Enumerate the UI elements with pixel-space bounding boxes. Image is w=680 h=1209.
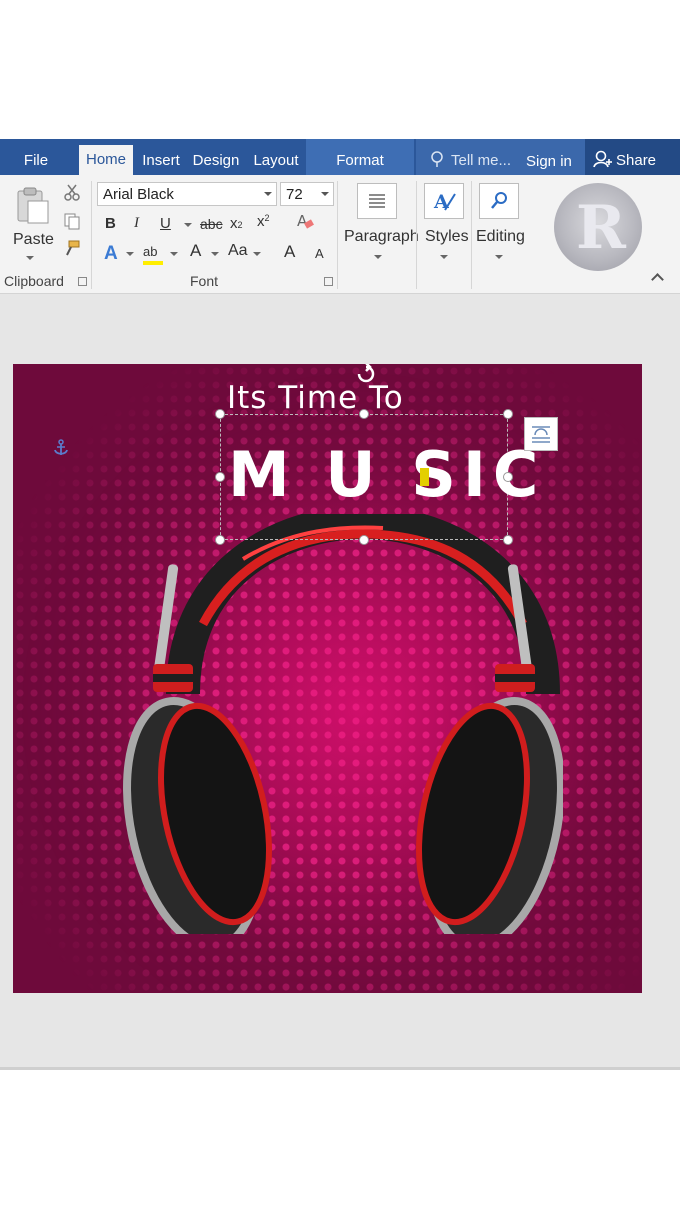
tab-file[interactable]: File: [12, 139, 60, 175]
tab-home[interactable]: Home: [79, 145, 133, 175]
tab-format[interactable]: Format: [306, 139, 414, 175]
layout-options-icon: [532, 426, 550, 443]
clipboard-launcher-icon[interactable]: [78, 277, 87, 286]
document-area[interactable]: Its Time To M U SIC: [0, 294, 680, 1070]
bold-button[interactable]: B: [105, 215, 116, 232]
text-effects-caret[interactable]: [126, 252, 134, 256]
horizontal-scrollbar[interactable]: [0, 1067, 680, 1070]
italic-button[interactable]: I: [134, 215, 139, 232]
group-separator: [416, 181, 417, 289]
tab-layout[interactable]: Layout: [248, 139, 304, 175]
resize-handle-right[interactable]: [503, 472, 513, 482]
resize-handle-bottom-right[interactable]: [503, 535, 513, 545]
cut-icon[interactable]: [63, 184, 81, 202]
highlight-button[interactable]: ab: [143, 243, 163, 265]
resize-handle-top-right[interactable]: [503, 409, 513, 419]
anchor-icon[interactable]: [53, 439, 69, 457]
resize-handle-bottom[interactable]: [359, 535, 369, 545]
logo-mark: R: [576, 193, 626, 263]
format-painter-icon[interactable]: [63, 239, 81, 257]
font-color-button[interactable]: A: [190, 241, 201, 261]
ribbon-tab-bar: File Home Insert Design Layout Format Te…: [0, 139, 680, 175]
sign-in-link[interactable]: Sign in: [526, 153, 572, 170]
resize-handle-top[interactable]: [359, 409, 369, 419]
paste-icon[interactable]: [14, 185, 52, 225]
paste-dropdown-caret[interactable]: [26, 256, 34, 260]
paragraph-icon: [369, 194, 385, 208]
font-name-value: Arial Black: [103, 186, 174, 203]
channel-logo: R: [554, 183, 642, 271]
ribbon-home: Paste Clipboard Arial Black 72 B I U abc…: [0, 175, 680, 294]
document-page[interactable]: Its Time To M U SIC: [13, 364, 642, 993]
editing-button[interactable]: [479, 183, 519, 219]
paragraph-label: Paragraph: [344, 228, 419, 245]
superscript-button[interactable]: x2: [257, 213, 270, 231]
font-size-value: 72: [286, 186, 303, 203]
highlight-caret[interactable]: [170, 252, 178, 256]
underline-dropdown-caret[interactable]: [184, 223, 192, 227]
subtitle-text[interactable]: Its Time To: [227, 380, 404, 416]
copy-icon[interactable]: [63, 212, 81, 230]
subscript-button[interactable]: x2: [230, 215, 243, 233]
styles-icon: A: [433, 191, 456, 213]
editing-label: Editing: [476, 228, 525, 245]
text-effects-button[interactable]: A: [104, 243, 118, 265]
resize-handle-bottom-left[interactable]: [215, 535, 225, 545]
resize-handle-left[interactable]: [215, 472, 225, 482]
paste-label: Paste: [13, 231, 54, 248]
styles-button[interactable]: A: [424, 183, 464, 219]
paragraph-button[interactable]: [357, 183, 397, 219]
main-title-text[interactable]: M U SIC: [228, 438, 545, 511]
font-size-select[interactable]: 72: [280, 182, 334, 206]
strikethrough-button[interactable]: abc: [200, 216, 223, 232]
resize-handle-top-left[interactable]: [215, 409, 225, 419]
share-button[interactable]: Share: [585, 139, 680, 175]
change-case-caret[interactable]: [253, 252, 261, 256]
styles-label: Styles: [425, 228, 469, 245]
font-group-label: Font: [190, 273, 219, 289]
tab-insert[interactable]: Insert: [138, 139, 184, 175]
word-window: File Home Insert Design Layout Format Te…: [0, 139, 680, 1070]
clipboard-group-label: Clipboard: [4, 273, 64, 289]
tab-design[interactable]: Design: [188, 139, 244, 175]
headphones-image[interactable]: [123, 514, 563, 934]
tell-me-label: Tell me...: [451, 152, 512, 169]
share-label: Share: [616, 152, 657, 169]
group-separator: [337, 181, 338, 289]
styles-caret[interactable]: [440, 255, 448, 259]
font-color-caret[interactable]: [211, 252, 219, 256]
lightbulb-icon: [431, 151, 443, 167]
shrink-font-button[interactable]: A: [315, 246, 324, 261]
underline-button[interactable]: U: [160, 215, 171, 232]
group-separator: [471, 181, 472, 289]
layout-options-button[interactable]: [524, 417, 558, 451]
paragraph-caret[interactable]: [374, 255, 382, 259]
svg-text:A: A: [433, 191, 449, 213]
chevron-down-icon: [321, 192, 329, 196]
clear-formatting-icon[interactable]: A: [295, 212, 315, 232]
group-separator: [91, 181, 92, 289]
highlight-color-swatch: [143, 261, 163, 265]
font-launcher-icon[interactable]: [324, 277, 333, 286]
change-case-button[interactable]: Aa: [228, 242, 248, 260]
person-icon: [593, 150, 612, 168]
editing-caret[interactable]: [495, 255, 503, 259]
font-name-select[interactable]: Arial Black: [97, 182, 277, 206]
grow-font-button[interactable]: A: [284, 242, 295, 262]
text-cursor: [420, 468, 429, 486]
search-icon: [491, 192, 507, 209]
collapse-ribbon-icon[interactable]: [651, 273, 664, 286]
chevron-down-icon: [264, 192, 272, 196]
